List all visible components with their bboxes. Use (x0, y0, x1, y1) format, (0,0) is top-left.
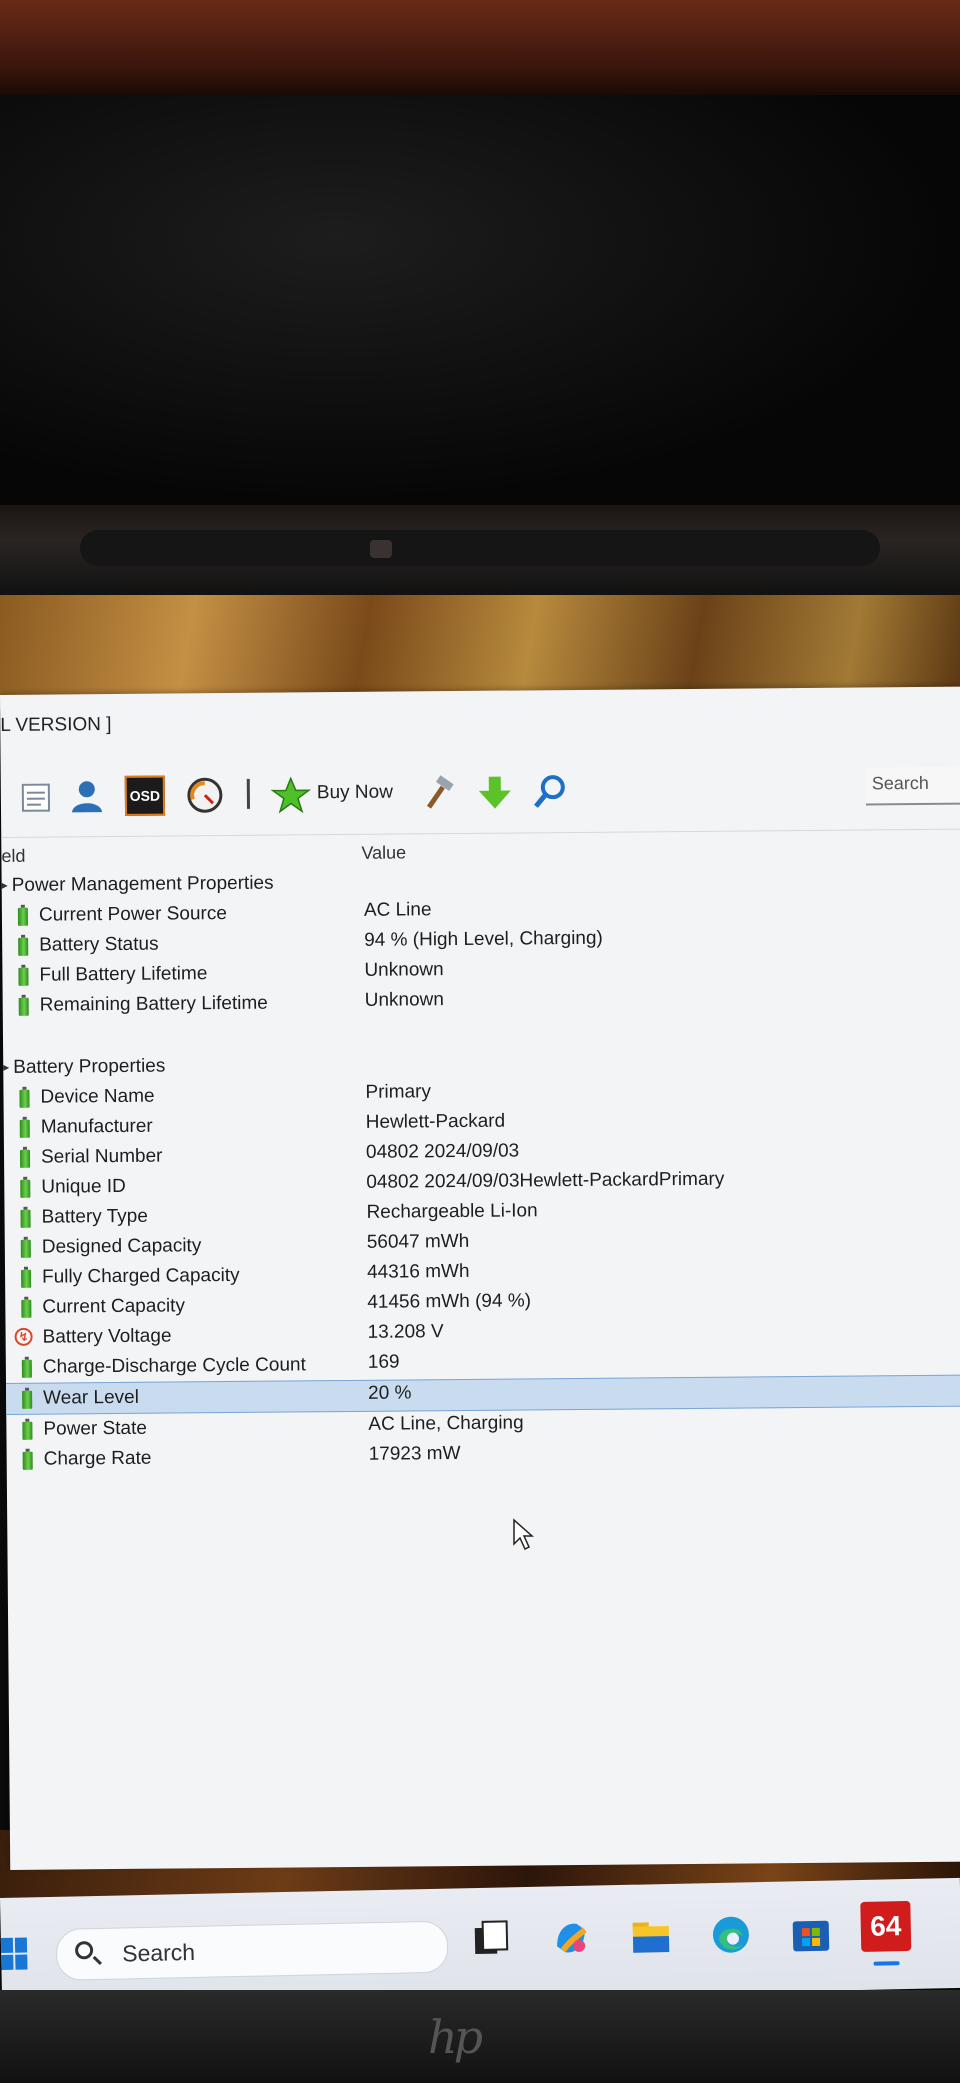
field-label: Current Capacity (42, 1295, 185, 1318)
field-label: Manufacturer (40, 1115, 153, 1138)
field-value: 04802 2024/09/03 (365, 1140, 520, 1163)
field-label: Current Power Source (38, 903, 227, 926)
field-label: Power State (43, 1417, 147, 1440)
search-icon[interactable] (531, 772, 571, 812)
webcam-strip (80, 530, 880, 566)
battery-icon (20, 1387, 34, 1410)
field-value: Unknown (364, 959, 444, 981)
group-title: Battery Properties (13, 1055, 166, 1078)
battery-icon (18, 1146, 32, 1169)
field-value: Primary (365, 1081, 432, 1103)
active-app-indicator (873, 1961, 900, 1966)
field-value: 20 % (368, 1382, 412, 1404)
property-list: ▸ Power Management Properties Current Po… (2, 863, 960, 1475)
field-value: 13.208 V (367, 1321, 444, 1343)
webcam-icon (370, 540, 392, 558)
photo-dark-background (0, 95, 960, 505)
battery-icon (19, 1236, 33, 1259)
field-label: Serial Number (40, 1145, 163, 1168)
microsoft-store-icon[interactable] (788, 1911, 833, 1956)
field-label: Remaining Battery Lifetime (39, 992, 268, 1016)
field-label: Wear Level (43, 1386, 139, 1409)
copilot-icon[interactable] (549, 1916, 594, 1961)
osd-icon[interactable]: OSD (124, 775, 166, 816)
field-value: 44316 mWh (366, 1260, 470, 1283)
field-label: Device Name (40, 1085, 155, 1108)
field-value: 04802 2024/09/03Hewlett-PackardPrimary (366, 1168, 725, 1193)
report-icon[interactable] (15, 777, 55, 817)
aida64-icon[interactable]: 64 (860, 1900, 912, 1952)
battery-icon (19, 1266, 33, 1289)
battery-icon (20, 1356, 34, 1379)
buy-now-button[interactable]: Buy Now (317, 782, 393, 805)
user-icon[interactable] (67, 776, 107, 816)
taskbar-search-box[interactable]: Search (55, 1920, 449, 1981)
search-input[interactable]: Search (865, 766, 960, 806)
benchmark-gauge-icon[interactable] (185, 775, 225, 815)
field-label: Full Battery Lifetime (39, 963, 208, 986)
aida64-window: L VERSION ] OSD Buy Now Search eld Value… (0, 686, 960, 1870)
field-label: Designed Capacity (41, 1235, 202, 1258)
battery-icon (16, 904, 30, 927)
window-title: L VERSION ] (0, 714, 112, 736)
column-value[interactable]: Value (361, 842, 406, 863)
buy-now-icon[interactable] (270, 774, 312, 814)
field-value: AC Line, Charging (368, 1412, 524, 1435)
battery-icon (21, 1448, 35, 1471)
field-label: Charge-Discharge Cycle Count (42, 1354, 306, 1378)
field-label: Fully Charged Capacity (41, 1264, 240, 1288)
field-value: 41456 mWh (94 %) (367, 1290, 532, 1313)
battery-icon (17, 1086, 31, 1109)
battery-icon (18, 1206, 32, 1229)
download-icon[interactable] (475, 773, 515, 813)
field-label: Unique ID (41, 1175, 126, 1198)
field-value: Rechargeable Li-Ion (366, 1200, 538, 1223)
voltage-icon: ↯ (14, 1327, 33, 1346)
battery-icon (18, 1116, 32, 1139)
battery-icon (18, 1176, 32, 1199)
field-value: 169 (367, 1351, 400, 1373)
photo-laptop-lid-top (0, 0, 960, 95)
battery-icon (17, 994, 31, 1017)
field-label: Charge Rate (43, 1447, 152, 1470)
toolbar: OSD Buy Now Search (1, 749, 960, 837)
field-value: 17923 mW (368, 1443, 461, 1465)
taskbar-search-label: Search (121, 1938, 196, 1967)
field-value: Unknown (364, 989, 444, 1011)
tools-icon[interactable] (419, 773, 459, 813)
battery-icon (20, 1418, 34, 1441)
column-field[interactable]: eld (1, 846, 25, 867)
battery-icon (16, 964, 30, 987)
toolbar-separator (246, 778, 251, 809)
expand-arrow-icon: ▸ (1, 877, 8, 892)
field-value: 94 % (High Level, Charging) (364, 927, 603, 951)
taskbar: Search 64 (0, 1877, 960, 2008)
edge-icon[interactable] (708, 1912, 753, 1957)
field-value: 56047 mWh (366, 1230, 470, 1253)
windows-start-icon[interactable] (0, 1937, 30, 1972)
hp-logo: hp (428, 2010, 483, 2064)
field-value: Hewlett-Packard (365, 1110, 506, 1133)
group-title: Power Management Properties (11, 872, 274, 896)
field-value: AC Line (363, 899, 432, 921)
expand-arrow-icon: ▸ (3, 1059, 10, 1074)
field-label: Battery Voltage (42, 1325, 172, 1348)
mouse-cursor-icon (513, 1518, 534, 1551)
field-label: Battery Status (39, 933, 159, 956)
task-view-icon[interactable] (469, 1917, 514, 1962)
file-explorer-icon[interactable] (628, 1914, 673, 1959)
field-label: Battery Type (41, 1205, 148, 1228)
laptop-chin (0, 1990, 960, 2083)
search-icon (74, 1941, 94, 1960)
search-placeholder: Search (871, 772, 929, 794)
battery-icon (16, 934, 30, 957)
battery-icon (19, 1296, 33, 1319)
